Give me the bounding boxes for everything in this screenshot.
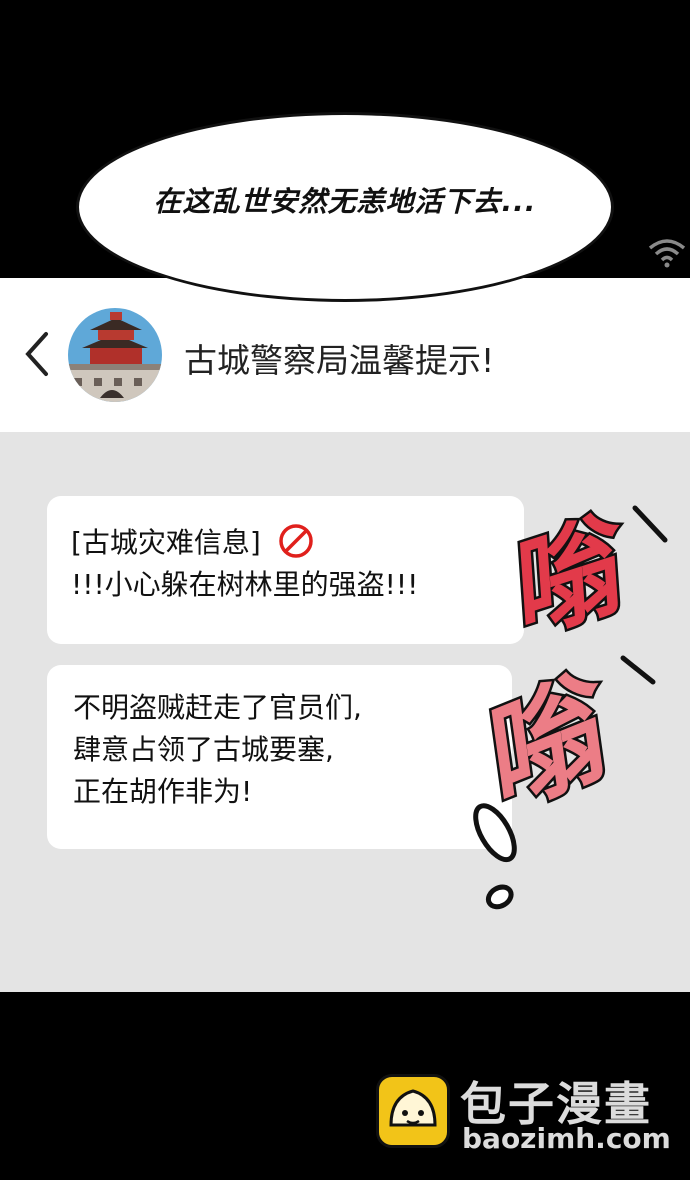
message-bubble: 不明盗贼赶走了官员们, 肆意占领了古城要塞, 正在胡作非为! xyxy=(47,665,512,849)
avatar[interactable] xyxy=(68,308,162,402)
speech-text: 在这乱世安然无恙地活下去... xyxy=(153,185,537,218)
wifi-icon xyxy=(648,239,686,268)
message-bubble: [古城灾难信息] !!!小心躲在树林里的强盗!!! xyxy=(47,496,524,644)
message-line: [古城灾难信息] xyxy=(71,522,500,564)
watermark: 包子漫畫 baozimh.com xyxy=(376,1072,676,1156)
message-line-text: [古城灾难信息] xyxy=(71,526,261,559)
message-line: !!!小心躲在树林里的强盗!!! xyxy=(71,568,419,601)
watermark-url: baozimh.com xyxy=(462,1122,671,1155)
sound-effect: 嗡 嗡 xyxy=(455,494,668,910)
svg-text:嗡: 嗡 xyxy=(488,497,650,659)
back-icon[interactable] xyxy=(22,330,50,378)
message-line: 肆意占领了古城要塞, xyxy=(73,733,334,766)
message-line: 不明盗贼赶走了官员们, xyxy=(73,691,362,724)
baozi-logo-icon xyxy=(376,1074,450,1148)
chat-title: 古城警察局温馨提示! xyxy=(184,341,495,380)
avatar-castle-icon xyxy=(68,308,162,402)
speech-bubble: 在这乱世安然无恙地活下去... xyxy=(76,112,614,302)
no-entry-icon xyxy=(279,524,313,558)
message-line: 正在胡作非为! xyxy=(73,775,253,808)
